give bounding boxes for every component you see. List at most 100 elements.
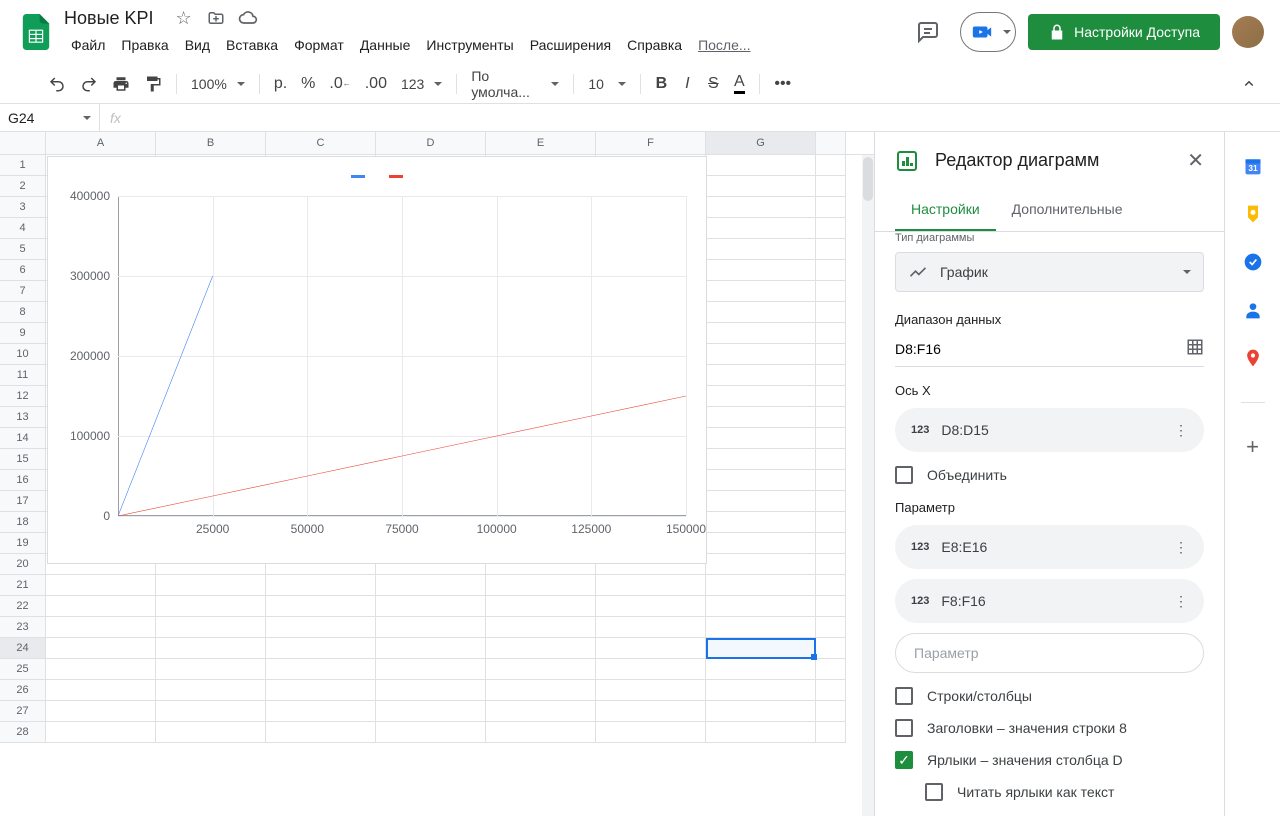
close-icon[interactable]: ✕ (1187, 148, 1204, 173)
meet-button[interactable] (960, 12, 1016, 52)
comments-icon[interactable] (908, 12, 948, 52)
name-box[interactable]: G24 (0, 104, 100, 131)
row-header-21[interactable]: 21 (0, 575, 46, 596)
menu-last-edit[interactable]: После... (691, 33, 757, 57)
paint-format-icon[interactable] (138, 72, 168, 96)
series-chip-2[interactable]: 123F8:F16 ⋮ (895, 579, 1204, 623)
col-header-F[interactable]: F (596, 132, 706, 154)
increase-decimal-icon[interactable]: .00 (359, 72, 393, 96)
tasks-icon[interactable] (1243, 252, 1263, 272)
select-all-corner[interactable] (0, 132, 46, 154)
row-header-26[interactable]: 26 (0, 680, 46, 701)
row-header-18[interactable]: 18 (0, 512, 46, 533)
menu-insert[interactable]: Вставка (219, 33, 285, 57)
row-header-10[interactable]: 10 (0, 344, 46, 365)
menu-tools[interactable]: Инструменты (419, 33, 520, 57)
bold-icon[interactable]: B (649, 72, 673, 96)
col-header-E[interactable]: E (486, 132, 596, 154)
zoom-dropdown[interactable]: 100% (185, 72, 251, 96)
text-color-icon[interactable]: A (727, 72, 751, 96)
row-header-1[interactable]: 1 (0, 155, 46, 176)
checkbox-3[interactable] (925, 783, 943, 801)
row-header-2[interactable]: 2 (0, 176, 46, 197)
row-header-28[interactable]: 28 (0, 722, 46, 743)
tab-setup[interactable]: Настройки (895, 189, 996, 231)
font-size-dropdown[interactable]: 10 (582, 72, 632, 96)
row-header-8[interactable]: 8 (0, 302, 46, 323)
menu-view[interactable]: Вид (178, 33, 217, 57)
avatar[interactable] (1232, 16, 1264, 48)
more-vert-icon[interactable]: ⋮ (1174, 593, 1188, 610)
menu-format[interactable]: Формат (287, 33, 351, 57)
redo-icon[interactable] (74, 72, 104, 96)
strikethrough-icon[interactable]: S (701, 72, 725, 96)
tab-customize[interactable]: Дополнительные (996, 189, 1139, 231)
menu-extensions[interactable]: Расширения (523, 33, 618, 57)
data-range-input[interactable]: D8:F16 (895, 331, 1204, 367)
row-header-17[interactable]: 17 (0, 491, 46, 512)
row-header-23[interactable]: 23 (0, 617, 46, 638)
row-header-9[interactable]: 9 (0, 323, 46, 344)
row-header-11[interactable]: 11 (0, 365, 46, 386)
percent-icon[interactable]: % (295, 72, 321, 96)
checkbox-0[interactable] (895, 687, 913, 705)
col-header-C[interactable]: C (266, 132, 376, 154)
collapse-toolbar-icon[interactable] (1234, 72, 1264, 96)
row-header-12[interactable]: 12 (0, 386, 46, 407)
row-header-25[interactable]: 25 (0, 659, 46, 680)
row-header-22[interactable]: 22 (0, 596, 46, 617)
sheet-area[interactable]: ABCDEFG 12345678910111213141516171819202… (0, 132, 874, 816)
row-header-4[interactable]: 4 (0, 218, 46, 239)
more-icon[interactable]: ••• (768, 72, 797, 96)
checkbox-1[interactable] (895, 719, 913, 737)
more-vert-icon[interactable]: ⋮ (1174, 539, 1188, 556)
chart-type-select[interactable]: График (895, 252, 1204, 292)
row-header-3[interactable]: 3 (0, 197, 46, 218)
scrollbar-vertical[interactable] (862, 155, 874, 816)
row-header-19[interactable]: 19 (0, 533, 46, 554)
contacts-icon[interactable] (1243, 300, 1263, 320)
doc-title[interactable]: Новые KPI (64, 8, 154, 29)
row-header-15[interactable]: 15 (0, 449, 46, 470)
number-format-dropdown[interactable]: 123 (395, 72, 448, 96)
row-header-16[interactable]: 16 (0, 470, 46, 491)
row-header-5[interactable]: 5 (0, 239, 46, 260)
decrease-decimal-icon[interactable]: .0← (323, 72, 356, 96)
keep-icon[interactable] (1243, 204, 1263, 224)
row-header-7[interactable]: 7 (0, 281, 46, 302)
row-header-27[interactable]: 27 (0, 701, 46, 722)
font-family-dropdown[interactable]: По умолча... (465, 64, 565, 104)
xaxis-chip[interactable]: 123D8:D15 ⋮ (895, 408, 1204, 452)
share-button[interactable]: Настройки Доступа (1028, 14, 1220, 50)
col-header-D[interactable]: D (376, 132, 486, 154)
more-vert-icon[interactable]: ⋮ (1174, 422, 1188, 439)
col-header-B[interactable]: B (156, 132, 266, 154)
series-chip-1[interactable]: 123E8:E16 ⋮ (895, 525, 1204, 569)
menu-data[interactable]: Данные (353, 33, 418, 57)
print-icon[interactable] (106, 72, 136, 96)
col-header-G[interactable]: G (706, 132, 816, 154)
row-header-6[interactable]: 6 (0, 260, 46, 281)
calendar-icon[interactable]: 31 (1243, 156, 1263, 176)
row-header-13[interactable]: 13 (0, 407, 46, 428)
maps-icon[interactable] (1243, 348, 1263, 368)
col-header-A[interactable]: A (46, 132, 156, 154)
checkbox-2[interactable]: ✓ (895, 751, 913, 769)
add-series-input[interactable]: Параметр (895, 633, 1204, 673)
combine-checkbox[interactable] (895, 466, 913, 484)
col-header-extra[interactable] (816, 132, 846, 154)
currency-icon[interactable]: р. (268, 72, 293, 96)
formula-bar[interactable]: fx (100, 110, 1280, 126)
italic-icon[interactable]: I (675, 72, 699, 96)
cloud-icon[interactable] (238, 8, 258, 28)
row-header-14[interactable]: 14 (0, 428, 46, 449)
add-icon[interactable]: + (1243, 437, 1263, 457)
menu-help[interactable]: Справка (620, 33, 689, 57)
star-icon[interactable]: ☆ (174, 8, 194, 28)
row-header-20[interactable]: 20 (0, 554, 46, 575)
sheets-logo[interactable] (16, 12, 56, 52)
grid-icon[interactable] (1186, 338, 1204, 359)
move-icon[interactable] (206, 8, 226, 28)
menu-edit[interactable]: Правка (114, 33, 175, 57)
chart[interactable]: 0100000200000300000400000250005000075000… (47, 156, 707, 564)
